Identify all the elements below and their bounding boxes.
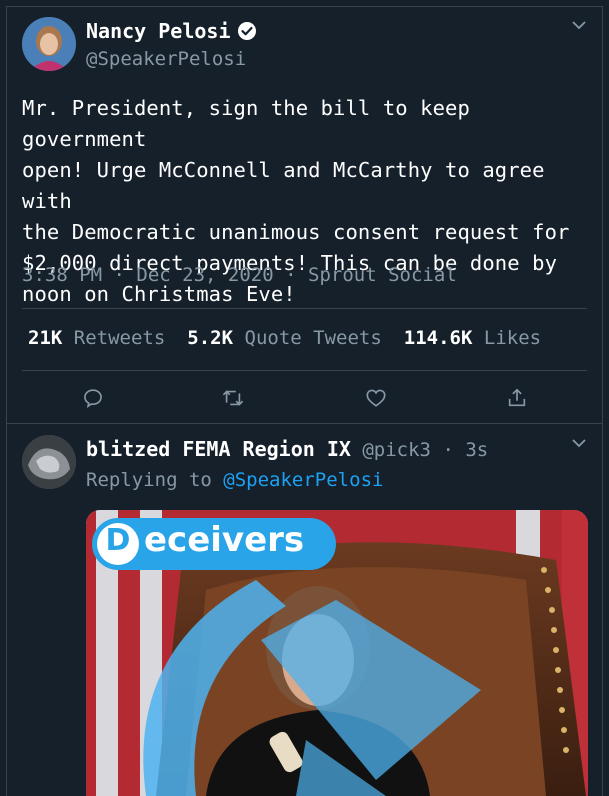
retweet-icon[interactable] bbox=[219, 384, 247, 412]
divider bbox=[22, 370, 587, 371]
more-options-chevron-icon[interactable] bbox=[570, 16, 588, 34]
likes-count: 114.6K bbox=[403, 327, 473, 349]
reply-more-chevron-icon[interactable] bbox=[570, 434, 588, 452]
author-avatar[interactable] bbox=[22, 17, 76, 71]
reply-author-handle[interactable]: @pick3 bbox=[362, 439, 431, 461]
reply-author-name[interactable]: blitzed FEMA Region IX bbox=[86, 437, 351, 461]
tweet-stats: 21K Retweets 5.2K Quote Tweets 114.6K Li… bbox=[28, 327, 541, 349]
tweet-meta: 3:38 PM · Dec 23, 2020 · Sprout Social bbox=[22, 264, 457, 286]
deceivers-logo-letter: D bbox=[105, 523, 131, 558]
likes-stat[interactable]: 114.6K Likes bbox=[404, 327, 541, 349]
deceivers-logo-text: eceivers bbox=[144, 520, 305, 560]
meta-separator: · bbox=[113, 264, 137, 286]
author-handle[interactable]: @SpeakerPelosi bbox=[86, 48, 246, 70]
reply-media-image[interactable]: D eceivers bbox=[86, 510, 588, 796]
quote-label: Quote Tweets bbox=[244, 327, 382, 349]
reply-author-avatar[interactable] bbox=[22, 435, 76, 489]
tweet-date[interactable]: Dec 23, 2020 bbox=[136, 264, 273, 286]
retweets-count: 21K bbox=[28, 327, 63, 349]
replying-to-handle[interactable]: @SpeakerPelosi bbox=[223, 469, 383, 491]
reply-icon[interactable] bbox=[79, 384, 107, 412]
quote-count: 5.2K bbox=[187, 327, 234, 349]
share-icon[interactable] bbox=[503, 384, 531, 412]
divider bbox=[22, 308, 587, 309]
retweets-stat[interactable]: 21K Retweets bbox=[28, 327, 165, 349]
divider bbox=[6, 423, 603, 424]
meta-separator: · bbox=[285, 264, 309, 286]
reply-header: blitzed FEMA Region IX @pick3 · 3s bbox=[86, 437, 488, 461]
tweet-time[interactable]: 3:38 PM bbox=[22, 264, 102, 286]
likes-label: Likes bbox=[483, 327, 542, 349]
author-name[interactable]: Nancy Pelosi bbox=[86, 19, 231, 43]
reply-age[interactable]: 3s bbox=[465, 439, 488, 461]
quote-tweets-stat[interactable]: 5.2K Quote Tweets bbox=[187, 327, 382, 349]
like-icon[interactable] bbox=[362, 384, 390, 412]
replying-to-line: Replying to @SpeakerPelosi bbox=[86, 469, 383, 491]
tweet-source[interactable]: Sprout Social bbox=[308, 264, 457, 286]
replying-prefix: Replying to bbox=[86, 469, 212, 491]
meta-separator: · bbox=[442, 439, 466, 461]
retweets-label: Retweets bbox=[73, 327, 166, 349]
verified-badge-icon bbox=[237, 21, 257, 41]
author-name-row: Nancy Pelosi bbox=[86, 19, 257, 43]
